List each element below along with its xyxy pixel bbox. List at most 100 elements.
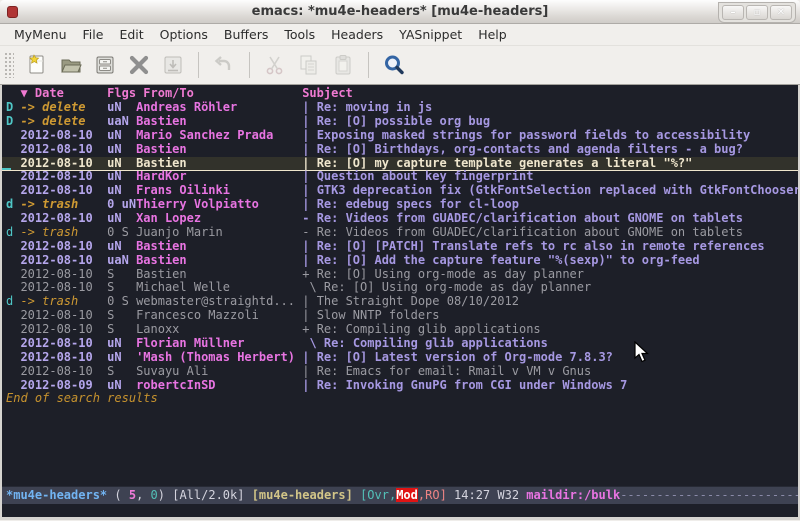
menubar: MyMenuFileEditOptionsBuffersToolsHeaders… [0, 24, 800, 46]
message-row[interactable]: 2012-08-10 uN 'Mash (Thomas Herbert) | R… [2, 351, 798, 365]
row-mark-field: D [6, 115, 20, 128]
row-date-field: 2012-08-10 [20, 212, 107, 225]
row-from-field: Francesco Mazzoli [136, 309, 302, 322]
message-row[interactable]: d -> trash 0 uNThierry Volpiatto | Re: e… [2, 198, 798, 212]
message-row[interactable]: 2012-08-10 uN Frans Oilinki | GTK3 depre… [2, 184, 798, 198]
row-subj-field: Re: [O] [PATCH] Translate refs to rc als… [317, 240, 765, 253]
message-row[interactable]: 2012-08-10 S Francesco Mazzoli | Slow NN… [2, 309, 798, 323]
minimize-button[interactable]: – [722, 5, 744, 20]
end-of-search-results: End of search results [2, 392, 798, 406]
save-button[interactable] [88, 49, 122, 81]
row-from-field: Juanjo Marin [136, 226, 302, 239]
row-date-field: 2012-08-10 [20, 365, 107, 378]
row-subj-field: | [302, 101, 316, 114]
copy-icon [297, 53, 321, 77]
modeline-segment: maildir:/bulk [526, 488, 620, 502]
row-from-field: Bastien [136, 254, 302, 267]
row-flags-field: S [107, 281, 136, 294]
message-row[interactable]: 2012-08-10 uN Florian Müllner \ Re: Comp… [2, 337, 798, 351]
row-date-field: 2012-08-10 [20, 254, 107, 267]
menu-item-edit[interactable]: Edit [111, 25, 151, 44]
maximize-button[interactable]: ▫ [746, 5, 768, 20]
row-from-field: 'Mash (Thomas Herbert) [136, 351, 302, 364]
search-button[interactable] [377, 49, 411, 81]
row-subj-field: \ [302, 337, 324, 350]
row-flags-field: 0 S [107, 226, 136, 239]
toolbar-drag-handle[interactable] [4, 52, 14, 78]
row-mark-field [6, 337, 20, 350]
message-row[interactable]: d -> trash 0 S webmaster@straightd... | … [2, 295, 798, 309]
modeline-segment: 14:27 W32 [447, 488, 526, 502]
row-flags-field: uN [107, 184, 136, 197]
message-row[interactable]: 2012-08-10 S Suvayu Ali | Re: Emacs for … [2, 365, 798, 379]
menu-item-buffers[interactable]: Buffers [216, 25, 276, 44]
message-row[interactable]: 2012-08-10 uN Xan Lopez - Re: Videos fro… [2, 212, 798, 226]
message-row[interactable]: 2012-08-10 uaN Bastien | Re: [O] Add the… [2, 254, 798, 268]
close-buffer-button[interactable] [122, 49, 156, 81]
message-row[interactable]: 2012-08-10 S Michael Welle \ Re: [O] Usi… [2, 281, 798, 295]
row-subj-field: + [302, 268, 316, 281]
message-row[interactable]: 2012-08-09 uN robertcInSD | Re: Invoking… [2, 379, 798, 393]
message-row[interactable]: 2012-08-10 uN Bastien | Re: [O] [PATCH] … [2, 240, 798, 254]
row-mark-field: D [6, 101, 20, 114]
menu-item-headers[interactable]: Headers [323, 25, 391, 44]
row-subj-field: - [302, 212, 316, 225]
message-row[interactable]: 2012-08-10 uN Mario Sanchez Prada | Expo… [2, 129, 798, 143]
search-icon [382, 53, 406, 77]
message-row[interactable]: 2012-08-10 uN Bastien | Re: [O] Birthday… [2, 143, 798, 157]
row-subj-field: | [302, 254, 316, 267]
row-subj-field: Re: edebug specs for cl-loop [317, 198, 519, 211]
row-flags-field: uaN [107, 115, 136, 128]
row-from-field: Xan Lopez [136, 212, 302, 225]
new-file-button[interactable] [20, 49, 54, 81]
message-row[interactable]: 2012-08-10 uN Bastien | Re: [O] my captu… [2, 157, 798, 171]
message-row[interactable]: D -> delete uN Andreas Röhler | Re: movi… [2, 101, 798, 115]
close-icon: ✕ [777, 8, 785, 18]
open-folder-button[interactable] [54, 49, 88, 81]
row-subj-field: | [302, 309, 316, 322]
row-from-field: Bastien [136, 143, 302, 156]
modeline-segment: 0 [151, 488, 158, 502]
message-row[interactable]: 2012-08-10 S Lanoxx + Re: Compiling glib… [2, 323, 798, 337]
menu-item-options[interactable]: Options [152, 25, 216, 44]
modeline-segment: [Ovr, [360, 488, 396, 502]
row-date-field: 2012-08-09 [20, 379, 107, 392]
row-mark-field [6, 268, 20, 281]
message-row[interactable]: 2012-08-10 uN HardKor | Question about k… [2, 170, 798, 184]
row-subj-field: Exposing masked strings for password fie… [317, 129, 750, 142]
row-mark-field [6, 281, 20, 294]
row-subj-field: | [302, 157, 316, 170]
save-icon [93, 53, 117, 77]
row-subj-field: Re: [O] my capture template generates a … [317, 157, 693, 170]
row-mark-field [6, 240, 20, 253]
undo-button [207, 49, 241, 81]
row-flags-field: uN [107, 351, 136, 364]
menu-item-help[interactable]: Help [470, 25, 515, 44]
row-subj-field: Re: [O] Using org-mode as day planner [324, 281, 591, 294]
menu-item-tools[interactable]: Tools [276, 25, 323, 44]
row-flags-field: uaN [107, 254, 136, 267]
row-flags-field: uN [107, 240, 136, 253]
row-flags-field: uN [107, 143, 136, 156]
row-mark-field [6, 143, 20, 156]
emacs-window: emacs: *mu4e-headers* [mu4e-headers] –▫✕… [0, 0, 800, 521]
row-mark-field [6, 184, 20, 197]
row-from-field: HardKor [136, 170, 302, 183]
cut-icon [263, 53, 287, 77]
row-flags-field: uN [107, 157, 136, 170]
menu-item-yasnippet[interactable]: YASnippet [391, 25, 470, 44]
row-markdate-field: -> trash [20, 295, 107, 308]
row-flags-field: S [107, 365, 136, 378]
message-row[interactable]: 2012-08-10 S Bastien + Re: [O] Using org… [2, 268, 798, 282]
close-button[interactable]: ✕ [770, 5, 792, 20]
row-from-field: Lanoxx [136, 323, 302, 336]
message-row[interactable]: d -> trash 0 S Juanjo Marin - Re: Videos… [2, 226, 798, 240]
menu-item-file[interactable]: File [75, 25, 112, 44]
mu4e-headers-buffer: ▼ Date Flgs From/To Subject D -> delete … [2, 85, 798, 486]
row-flags-field: uN [107, 379, 136, 392]
row-subj-field: Re: Compiling glib applications [317, 323, 541, 336]
message-row[interactable]: D -> delete uaN Bastien | Re: [O] possib… [2, 115, 798, 129]
menu-item-mymenu[interactable]: MyMenu [6, 25, 75, 44]
row-date-field: 2012-08-10 [20, 309, 107, 322]
row-mark-field [6, 365, 20, 378]
